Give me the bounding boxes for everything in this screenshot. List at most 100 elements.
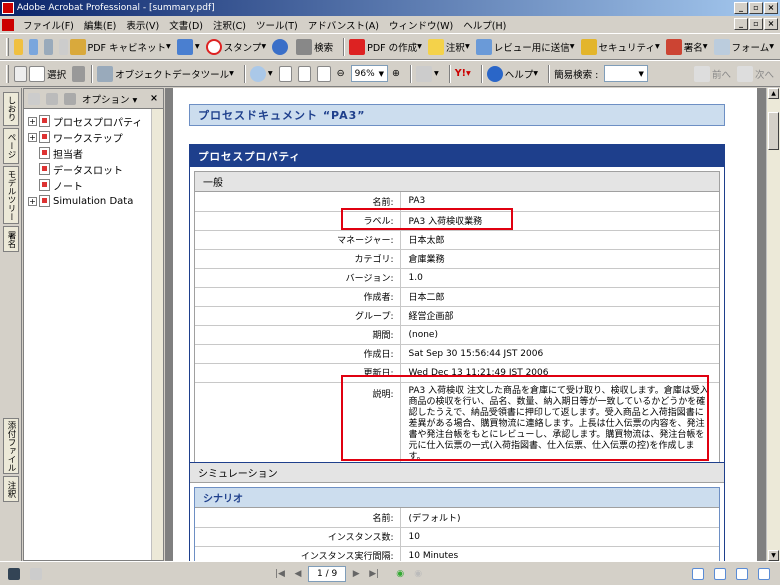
document-scrollbar[interactable]: ▲ ▼ — [766, 88, 780, 561]
scroll-thumb[interactable] — [768, 112, 779, 150]
bookmark-data-slot[interactable]: データスロット — [24, 161, 163, 177]
doc-restore-button[interactable]: ▫ — [749, 18, 763, 30]
tab-model-tree[interactable]: モデルツリー — [3, 166, 19, 224]
menu-advanced[interactable]: アドバンスト(A) — [303, 18, 384, 32]
actual-size-icon[interactable] — [278, 65, 293, 82]
menu-document[interactable]: 文書(D) — [164, 18, 208, 32]
next-view-button[interactable]: ◉ — [410, 567, 426, 581]
scroll-up-button[interactable]: ▲ — [768, 88, 779, 99]
next-result-button[interactable]: 次へ — [736, 65, 774, 82]
bookmark-process-properties[interactable]: + プロセスプロパティ — [24, 113, 163, 129]
continuous-icon[interactable] — [714, 567, 726, 580]
options-menu[interactable]: オプション ▾ — [82, 92, 137, 106]
page-number-field[interactable]: 1 / 9 — [308, 565, 347, 582]
security-button[interactable]: セキュリティ ▾ — [580, 38, 660, 55]
stamp-button[interactable]: スタンプ ▾ — [205, 38, 266, 55]
bookmark-worksteps[interactable]: + ワークステップ — [24, 129, 163, 145]
rotate-button[interactable]: ▾ — [416, 65, 439, 82]
simulation-heading: シミュレーション — [190, 463, 724, 483]
view-icon[interactable] — [30, 567, 42, 580]
menu-comments[interactable]: 注釈(C) — [208, 18, 251, 32]
continuous-facing-icon[interactable] — [758, 567, 770, 580]
quick-search-label: 簡易検索 : — [554, 69, 599, 81]
comment-button[interactable]: 注釈 ▾ — [427, 38, 470, 55]
single-page-icon[interactable] — [692, 567, 704, 580]
doc-close-button[interactable]: × — [764, 18, 778, 30]
save-icon[interactable] — [43, 38, 53, 55]
minimize-button[interactable]: _ — [734, 2, 748, 14]
page-layout-icon[interactable] — [8, 567, 20, 580]
expand-bookmark-icon[interactable] — [64, 92, 76, 105]
last-page-button[interactable]: ▶| — [366, 567, 382, 581]
scroll-down-button[interactable]: ▼ — [768, 550, 779, 561]
menu-tools[interactable]: ツール(T) — [251, 18, 303, 32]
tab-bookmarks[interactable]: しおり — [3, 92, 19, 126]
prev-result-button[interactable]: 前へ — [693, 65, 731, 82]
pdf-cabinet-button[interactable]: PDF キャビネット ▾ — [69, 38, 171, 55]
send-review-button[interactable]: レビュー用に送信 ▾ — [475, 38, 575, 55]
menu-view[interactable]: 表示(V) — [121, 18, 164, 32]
zoom-out-button[interactable]: ⊖ — [337, 68, 345, 79]
quick-search-input[interactable]: ▼ — [604, 65, 648, 82]
zoom-in-button[interactable]: ⊕ — [392, 68, 400, 79]
first-page-button[interactable]: |◀ — [272, 567, 288, 581]
prev-icon — [693, 65, 710, 82]
snapshot-icon[interactable] — [72, 65, 86, 82]
close-panel-icon[interactable]: × — [150, 93, 158, 104]
tab-attachments[interactable]: 添付ファイル — [3, 418, 19, 474]
close-button[interactable]: × — [764, 2, 778, 14]
create-pdf-button[interactable]: PDF の作成 ▾ — [349, 38, 422, 55]
help-button[interactable]: ヘルプ ▾ — [486, 65, 538, 82]
tab-pages[interactable]: ページ — [3, 128, 19, 164]
sign-button[interactable]: 署名 ▾ — [665, 38, 708, 55]
pencil-button[interactable]: ▾ — [176, 38, 200, 55]
panel-scrollbar[interactable] — [151, 109, 163, 560]
select-tool-button[interactable]: 選択 — [29, 65, 66, 82]
menu-help[interactable]: ヘルプ(H) — [458, 18, 511, 32]
expand-icon[interactable]: + — [28, 132, 37, 142]
fit-width-icon[interactable] — [317, 65, 331, 82]
property-value: 倉庫業務 — [399, 249, 719, 269]
bookmarks-panel: オプション ▾ × + プロセスプロパティ + ワークステップ 担当者 データス… — [23, 88, 164, 561]
object-data-tool-button[interactable]: オブジェクトデータツール ▾ — [97, 65, 234, 82]
toolbar-grip[interactable] — [6, 64, 9, 83]
fit-page-icon[interactable] — [298, 65, 312, 82]
tab-signatures[interactable]: 署名 — [3, 226, 19, 252]
label-highlight-box — [341, 208, 513, 230]
open-icon[interactable] — [13, 38, 23, 55]
expand-icon[interactable]: + — [28, 196, 37, 206]
zoom-tool-button[interactable]: ▾ — [249, 65, 273, 82]
expand-icon[interactable]: + — [28, 116, 37, 126]
menu-file[interactable]: ファイル(F) — [18, 18, 79, 32]
next-page-button[interactable]: ▶ — [348, 567, 364, 581]
yahoo-button[interactable]: Y!▾ — [455, 68, 471, 79]
new-bookmark-icon[interactable] — [46, 92, 58, 105]
menu-edit[interactable]: 編集(E) — [79, 18, 121, 32]
previous-view-button[interactable]: ◉ — [392, 567, 408, 581]
prev-page-button[interactable]: ◀ — [290, 567, 306, 581]
print-icon[interactable] — [58, 38, 68, 55]
property-value: 10 — [399, 527, 719, 547]
organizer-icon[interactable] — [28, 38, 38, 55]
property-value: Sat Sep 30 15:56:44 JST 2006 — [399, 344, 719, 364]
toolbar-grip[interactable] — [6, 37, 9, 56]
bookmark-simulation-data[interactable]: + Simulation Data — [24, 193, 163, 209]
search-button[interactable]: 検索 — [296, 38, 333, 55]
form-button[interactable]: フォーム ▾ — [713, 38, 774, 55]
doc-minimize-button[interactable]: _ — [734, 18, 748, 30]
menu-bar: ファイル(F) 編集(E) 表示(V) 文書(D) 注釈(C) ツール(T) ア… — [0, 16, 780, 33]
tab-comments[interactable]: 注釈 — [3, 476, 19, 502]
hand-tool-icon[interactable] — [13, 65, 28, 82]
binoculars-icon — [296, 38, 313, 55]
property-value: 経営企画部 — [399, 306, 719, 326]
maximize-button[interactable]: ▫ — [749, 2, 763, 14]
document-icon[interactable] — [2, 18, 14, 31]
bookmark-notes[interactable]: ノート — [24, 177, 163, 193]
zoom-combo[interactable]: 96% ▼ — [350, 65, 389, 82]
toolbar-separator — [91, 64, 94, 83]
bookmark-assignee[interactable]: 担当者 — [24, 145, 163, 161]
menu-window[interactable]: ウィンドウ(W) — [384, 18, 458, 32]
facing-icon[interactable] — [736, 567, 748, 580]
email-button[interactable] — [272, 38, 290, 55]
delete-bookmark-icon[interactable] — [28, 92, 40, 105]
